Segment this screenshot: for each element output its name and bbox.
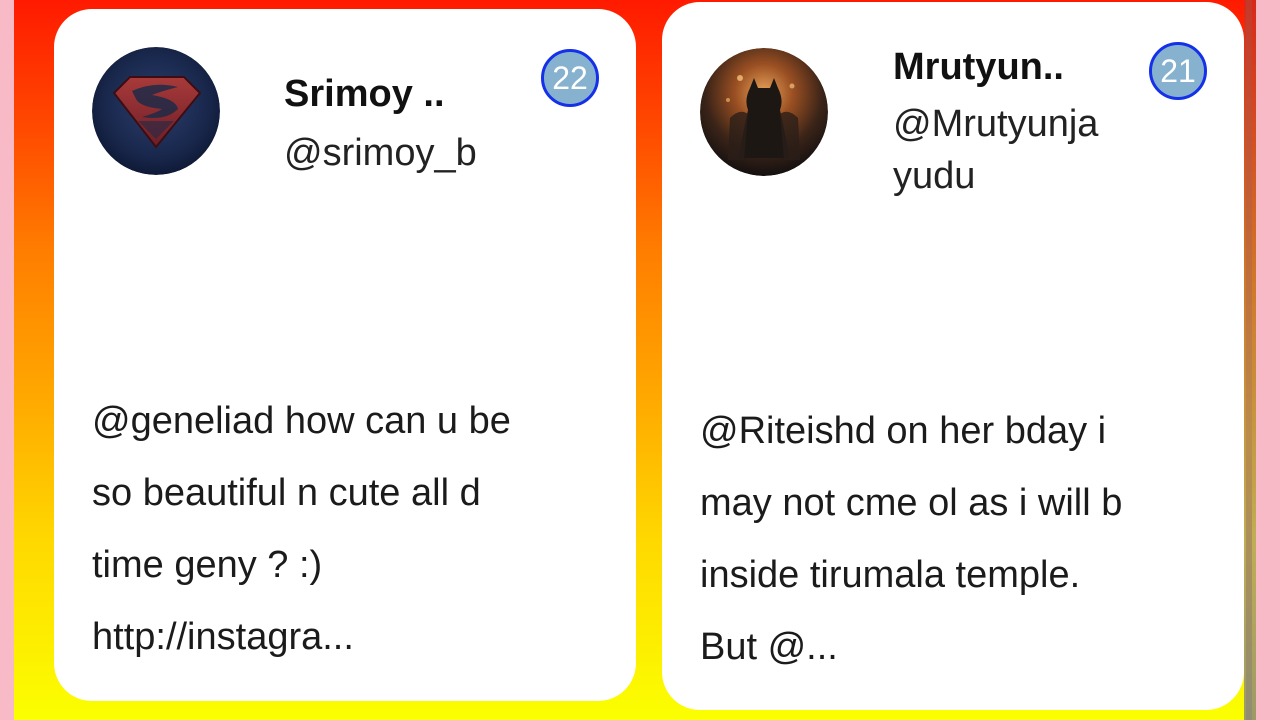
count-badge: 21 (1149, 42, 1207, 100)
superman-avatar-icon[interactable] (92, 47, 220, 175)
scrollbar-thumb[interactable] (1246, 0, 1252, 720)
user-display-name[interactable]: Srimoy .. (284, 73, 445, 116)
user-display-name[interactable]: Mrutyun.. (893, 46, 1064, 89)
batman-avatar-icon[interactable] (700, 48, 828, 176)
scrollbar[interactable] (1244, 0, 1256, 720)
tweet-card[interactable]: Srimoy .. @srimoy_b 22 @geneliad how can… (54, 9, 636, 701)
tweet-text[interactable]: @Riteishd on her bday i may not cme ol a… (700, 395, 1220, 683)
right-margin (1256, 0, 1280, 720)
tweet-text[interactable]: @geneliad how can u be so beautiful n cu… (92, 385, 612, 673)
count-badge: 22 (541, 49, 599, 107)
user-handle[interactable]: @Mrutyunja yudu (893, 98, 1153, 202)
tweet-carousel[interactable]: Srimoy .. @srimoy_b 22 @geneliad how can… (14, 0, 1256, 720)
tweet-card[interactable]: Mrutyun.. @Mrutyunja yudu 21 @Riteishd o… (662, 2, 1244, 710)
user-handle[interactable]: @srimoy_b (284, 127, 477, 179)
